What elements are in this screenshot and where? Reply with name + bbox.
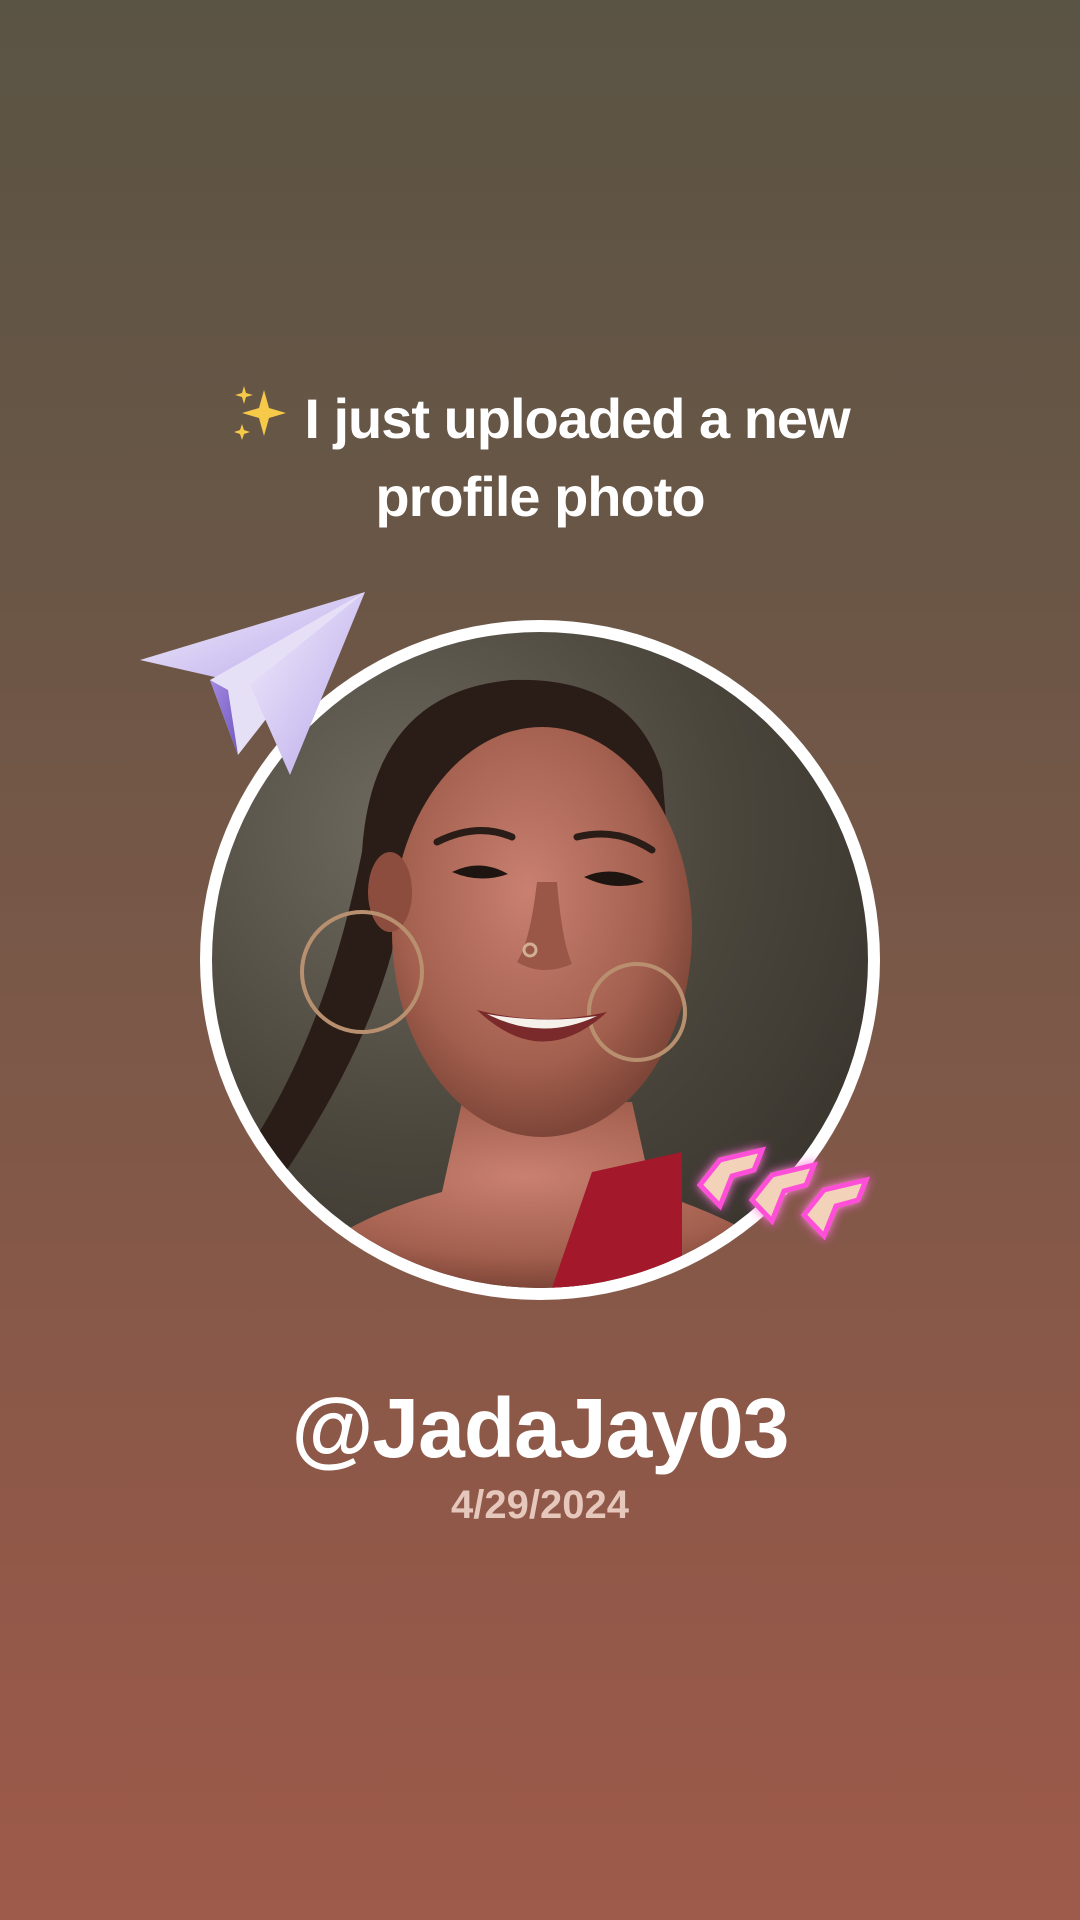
neon-chevrons-icon [696, 1146, 871, 1241]
headline: I just uploaded a new profile photo [0, 380, 1080, 536]
headline-line-1: I just uploaded a new [0, 380, 1080, 458]
headline-text-1: I just uploaded a new [304, 387, 850, 450]
sparkles-icon [234, 386, 287, 440]
headline-line-2: profile photo [375, 465, 705, 528]
post-date: 4/29/2024 [451, 1483, 629, 1527]
paper-plane-icon [140, 592, 365, 775]
username[interactable]: @JadaJay03 [0, 1378, 1080, 1478]
